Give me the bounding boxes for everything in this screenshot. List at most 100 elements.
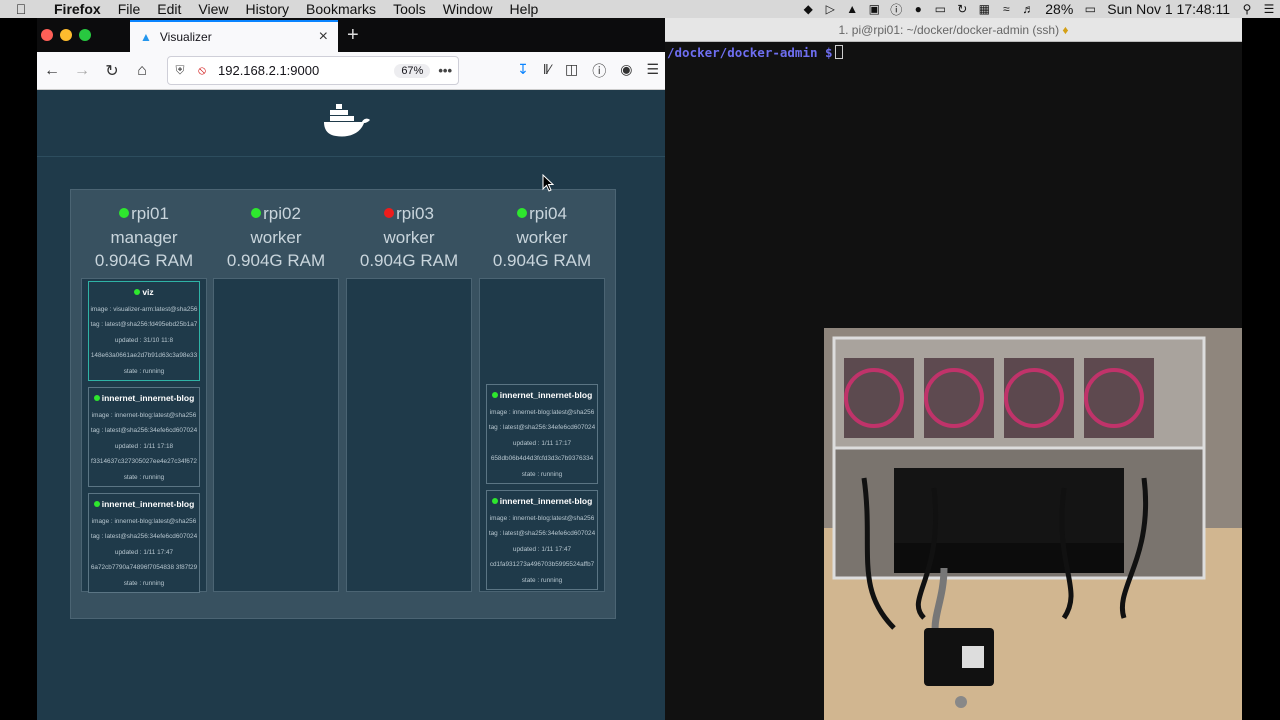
url-bar[interactable]: ⛨ ⦸ 192.168.2.1:9000 67% ••• bbox=[167, 56, 459, 85]
webcam-video-feed bbox=[824, 328, 1242, 720]
tracking-shield-icon[interactable]: ⛨ bbox=[168, 63, 192, 78]
apple-icon[interactable]:  bbox=[0, 1, 42, 17]
container-id: 148e63a0661ae2d7b91d63c3a98e33 bbox=[90, 352, 198, 359]
tab-title: Visualizer bbox=[159, 30, 212, 44]
container-status-dot bbox=[93, 501, 100, 507]
tab-bar: ▲ Visualizer × + bbox=[37, 18, 665, 52]
menu-edit[interactable]: Edit bbox=[149, 1, 190, 17]
firefox-window: ▲ Visualizer × + ← → ↻ ⌂ ⛨ ⦸ 192.168.2.1… bbox=[37, 18, 665, 720]
container-card[interactable]: innernet_innernet-blog image : innernet-… bbox=[88, 493, 200, 593]
menu-view[interactable]: View bbox=[190, 1, 237, 17]
node-container-list: viz image : visualizer-arm:latest@sha256… bbox=[81, 278, 207, 593]
container-name: innernet_innernet-blog bbox=[101, 499, 195, 509]
container-updated: updated : 1/11 17:17 bbox=[512, 439, 572, 447]
container-tag: tag : latest@sha256:34efe6cd607024 bbox=[488, 530, 596, 537]
battery-icon[interactable]: ▭ bbox=[1079, 2, 1101, 16]
node-header: rpi04 worker 0.904G RAM bbox=[479, 190, 605, 273]
d-icon[interactable]: ▷ bbox=[819, 2, 841, 16]
clock[interactable]: Sun Nov 1 17:48:11 bbox=[1101, 1, 1236, 17]
url-text[interactable]: 192.168.2.1:9000 bbox=[212, 63, 319, 78]
page-actions-icon[interactable]: ••• bbox=[438, 63, 452, 78]
container-name: innernet_innernet-blog bbox=[499, 496, 593, 506]
menu-app-name[interactable]: Firefox bbox=[42, 1, 109, 17]
container-card[interactable]: innernet_innernet-blog image : innernet-… bbox=[486, 384, 598, 484]
time-machine-icon[interactable]: ↻ bbox=[951, 2, 973, 16]
dropbox-icon[interactable]: ◆ bbox=[797, 2, 819, 16]
terminal-prompt[interactable]: /docker/docker-admin $ bbox=[665, 45, 1242, 60]
menu-bookmarks[interactable]: Bookmarks bbox=[298, 1, 385, 17]
home-button[interactable]: ⌂ bbox=[127, 62, 157, 80]
battery-percent[interactable]: 28% bbox=[1039, 1, 1079, 17]
keyboard-icon[interactable]: ▦ bbox=[973, 2, 995, 16]
node-header: rpi01 manager 0.904G RAM bbox=[81, 190, 207, 273]
raspberry-pi-cluster-photo bbox=[824, 328, 1242, 720]
library-icon[interactable]: ‖⁄ bbox=[543, 61, 551, 81]
new-tab-button[interactable]: + bbox=[347, 24, 359, 47]
tab-visualizer[interactable]: ▲ Visualizer × bbox=[130, 20, 338, 52]
docker-whale-icon bbox=[324, 104, 370, 137]
container-id: cd1fa931273a496703b5995524affb7 bbox=[489, 561, 595, 568]
container-name: innernet_innernet-blog bbox=[101, 393, 195, 403]
container-status-dot bbox=[491, 498, 498, 504]
container-state: state : running bbox=[123, 367, 165, 375]
node-container-list bbox=[346, 278, 472, 592]
volume-icon[interactable]: ♬ bbox=[1017, 2, 1039, 16]
menu-file[interactable]: File bbox=[109, 1, 149, 17]
node-ram: 0.904G RAM bbox=[94, 251, 194, 270]
container-image: image : innernet-blog:latest@sha256 bbox=[91, 517, 197, 525]
container-name: viz bbox=[142, 287, 154, 297]
zoom-level-badge[interactable]: 67% bbox=[394, 63, 431, 78]
spotlight-search-icon[interactable]: ⚲ bbox=[1236, 2, 1258, 16]
account-icon[interactable]: ◉ bbox=[620, 61, 632, 81]
menu-hamburger-icon[interactable]: ☰ bbox=[646, 61, 659, 81]
compass-icon[interactable]: ▲ bbox=[841, 2, 863, 16]
close-tab-icon[interactable]: × bbox=[319, 28, 328, 46]
container-tag: tag : latest@sha256:34efe6cd607024 bbox=[488, 424, 596, 431]
reload-button[interactable]: ↻ bbox=[97, 61, 127, 81]
node-name: rpi01 bbox=[131, 204, 169, 223]
container-card[interactable]: innernet_innernet-blog image : innernet-… bbox=[486, 490, 598, 590]
container-updated: updated : 31/10 11:8 bbox=[114, 336, 174, 344]
minimize-window-button[interactable] bbox=[60, 29, 72, 41]
s-icon[interactable]: ● bbox=[907, 2, 929, 16]
container-status-dot bbox=[134, 289, 141, 295]
node-rpi03: rpi03 worker 0.904G RAM bbox=[346, 190, 472, 592]
container-image: image : visualizer-arm:latest@sha256 bbox=[90, 305, 198, 313]
container-id: 6a72cb7790a74896f7054838 3f87f29 bbox=[90, 564, 198, 571]
prompt-text: /docker/docker-admin $ bbox=[667, 45, 833, 60]
container-id: f3314637c327305027ee4e27c34f672 bbox=[91, 458, 197, 465]
container-image: image : innernet-blog:latest@sha256 bbox=[91, 411, 197, 419]
forward-button[interactable]: → bbox=[67, 62, 97, 80]
node-role: manager bbox=[110, 227, 178, 247]
notification-center-icon[interactable]: ☰ bbox=[1258, 2, 1280, 16]
menu-window[interactable]: Window bbox=[434, 1, 501, 17]
menu-tools[interactable]: Tools bbox=[385, 1, 435, 17]
node-status-dot bbox=[119, 208, 130, 218]
node-rpi01: rpi01 manager 0.904G RAM viz image : vis… bbox=[81, 190, 207, 593]
node-role: worker bbox=[250, 227, 302, 247]
desktop-left bbox=[0, 18, 37, 720]
container-id: 658db06b4d4d3fcfd3d3c7b9376334 bbox=[490, 455, 594, 462]
insecure-lock-icon[interactable]: ⦸ bbox=[192, 63, 212, 78]
page-header bbox=[37, 90, 665, 157]
menu-help[interactable]: Help bbox=[501, 1, 547, 17]
node-header: rpi03 worker 0.904G RAM bbox=[346, 190, 472, 273]
zoom-window-button[interactable] bbox=[79, 29, 91, 41]
container-card[interactable]: innernet_innernet-blog image : innernet-… bbox=[88, 387, 200, 487]
container-tag: tag : latest@sha256:34efe6cd607024 bbox=[90, 533, 198, 540]
close-window-button[interactable] bbox=[41, 29, 53, 41]
node-name: rpi02 bbox=[263, 204, 301, 223]
container-status-dot bbox=[491, 392, 498, 398]
menu-history[interactable]: History bbox=[237, 1, 298, 17]
node-rpi02: rpi02 worker 0.904G RAM bbox=[213, 190, 339, 592]
back-button[interactable]: ← bbox=[37, 62, 67, 80]
downloads-icon[interactable]: ↧ bbox=[517, 61, 529, 81]
wifi-icon[interactable]: ≈ bbox=[995, 2, 1017, 16]
container-card[interactable]: viz image : visualizer-arm:latest@sha256… bbox=[88, 281, 200, 381]
extension-icon[interactable]: ⓘ bbox=[592, 61, 606, 81]
airplay-icon[interactable]: ▭ bbox=[929, 2, 951, 16]
app-icon[interactable]: ▣ bbox=[863, 2, 885, 16]
bell-icon: ♦ bbox=[1062, 23, 1069, 37]
info-icon[interactable]: ⓘ bbox=[885, 1, 907, 18]
sidebar-icon[interactable]: ◫ bbox=[565, 61, 578, 81]
